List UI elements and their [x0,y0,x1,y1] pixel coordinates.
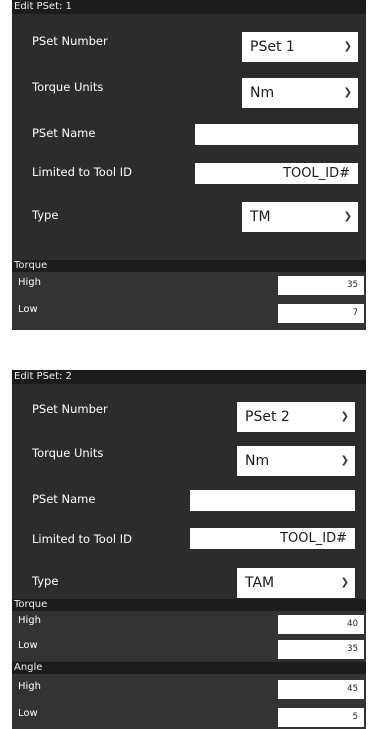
angle-high-input[interactable]: 45 [278,680,364,699]
chevron-down-icon: ❯ [340,455,349,466]
torque-section: High 40 Low 35 [12,611,366,661]
panel-separator [12,330,366,370]
torque-high-input[interactable]: 40 [278,615,364,634]
torque-low-label: Low [18,304,38,315]
torque-low-label: Low [18,640,38,651]
torque-units-label: Torque Units [32,80,104,94]
pset-number-label: PSet Number [32,402,108,416]
panel-title: Edit PSet: 1 [12,0,366,14]
pset-name-label: PSet Name [32,126,96,140]
torque-units-label: Torque Units [32,446,104,460]
type-label: Type [32,574,59,588]
torque-high-input[interactable]: 35 [278,276,364,295]
chevron-down-icon: ❯ [340,577,349,588]
chevron-down-icon: ❯ [343,41,352,52]
tool-id-input[interactable]: TOOL_ID# [190,528,355,549]
type-label: Type [32,208,59,222]
angle-high-label: High [18,681,41,692]
type-value: TAM [245,575,275,591]
torque-low-input[interactable]: 35 [278,640,364,659]
angle-low-label: Low [18,708,38,719]
torque-section: High 35 Low 7 [12,272,366,330]
panel-title: Edit PSet: 2 [12,370,366,384]
torque-low-input[interactable]: 7 [278,304,364,323]
torque-section-header: Torque [12,260,366,272]
torque-section-header: Torque [12,599,366,611]
tool-id-label: Limited to Tool ID [32,165,132,179]
pset-number-value: PSet 2 [245,409,290,425]
chevron-down-icon: ❯ [340,411,349,422]
chevron-down-icon: ❯ [343,87,352,98]
torque-units-value: Nm [245,453,270,469]
torque-units-value: Nm [250,85,275,101]
type-select[interactable]: TM ❯ [242,202,358,232]
angle-section: High 45 Low 5 [12,674,366,729]
angle-section-header: Angle [12,662,366,674]
type-value: TM [250,209,271,225]
pset-name-label: PSet Name [32,492,96,506]
pset-number-select[interactable]: PSet 2 ❯ [237,402,355,432]
pset-number-label: PSet Number [32,34,108,48]
edit-pset-panel-2: Edit PSet: 2 PSet Number PSet 2 ❯ Torque… [12,370,366,729]
type-select[interactable]: TAM ❯ [237,568,355,598]
tool-id-input[interactable]: TOOL_ID# [195,163,358,184]
chevron-down-icon: ❯ [343,211,352,222]
pset-name-input[interactable] [190,490,355,511]
pset-number-select[interactable]: PSet 1 ❯ [242,32,358,62]
torque-units-select[interactable]: Nm ❯ [237,446,355,476]
pset-name-input[interactable] [195,124,358,145]
edit-pset-panel-1: Edit PSet: 1 PSet Number PSet 1 ❯ Torque… [12,0,366,330]
torque-high-label: High [18,277,41,288]
torque-high-label: High [18,615,41,626]
pset-number-value: PSet 1 [250,39,295,55]
torque-units-select[interactable]: Nm ❯ [242,78,358,108]
angle-low-input[interactable]: 5 [278,708,364,727]
tool-id-label: Limited to Tool ID [32,532,132,546]
